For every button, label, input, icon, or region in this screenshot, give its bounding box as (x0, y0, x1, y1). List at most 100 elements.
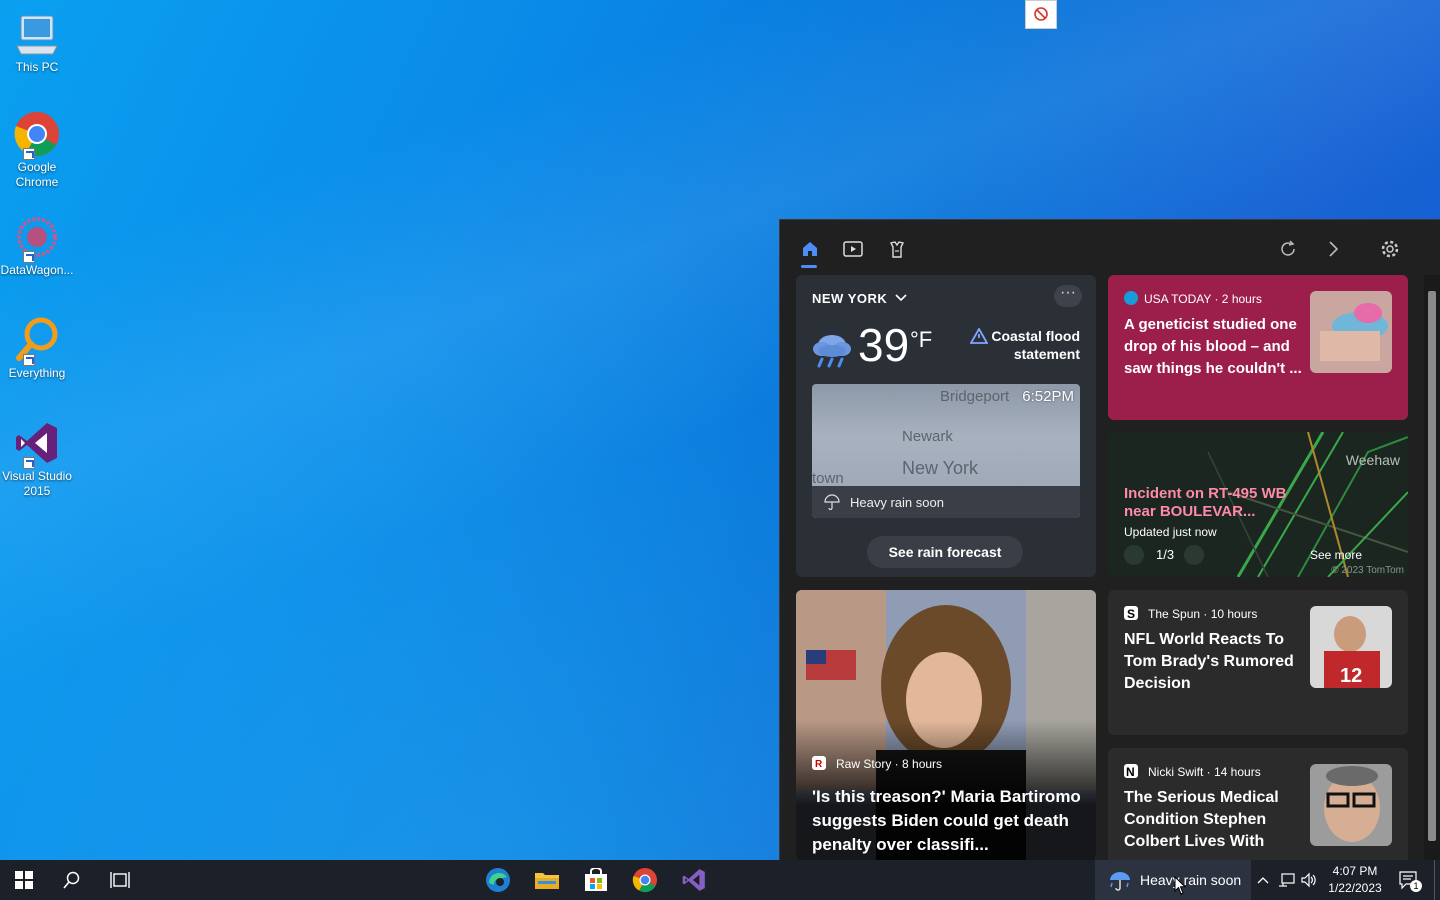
traffic-card[interactable]: Weehaw Incident on RT-495 WB near BOULEV… (1108, 432, 1408, 577)
visual-studio-icon (13, 419, 61, 469)
weather-location[interactable]: NEW YORK (812, 291, 907, 306)
refresh-button[interactable] (1275, 236, 1301, 262)
open-msn-button[interactable] (1320, 236, 1346, 262)
play-video-icon (843, 241, 863, 257)
start-button[interactable] (0, 860, 48, 900)
datawagon-icon (13, 213, 61, 263)
usa-today-logo-icon (1124, 291, 1138, 305)
task-view-icon (110, 872, 130, 888)
story-source: USA TODAY · 2 hours (1144, 292, 1262, 306)
traffic-updated: Updated just now (1124, 525, 1217, 539)
blocked-icon-button[interactable] (1025, 0, 1057, 29)
map-place-label: Weehaw (1345, 452, 1400, 468)
desktop-icon-label: Everything (8, 366, 66, 380)
chrome-icon (632, 868, 657, 893)
map-place-label: Newark (902, 428, 953, 445)
story-headline[interactable]: A geneticist studied one drop of his blo… (1124, 314, 1309, 380)
chrome-icon (13, 110, 61, 160)
next-button[interactable] (1184, 545, 1204, 565)
chevron-down-icon (895, 294, 907, 302)
clock-date[interactable]: 1/22/2023 (1322, 881, 1388, 895)
search-icon (63, 871, 80, 889)
weather-more-button[interactable]: ··· (1054, 285, 1082, 307)
taskbar-visual-studio[interactable] (670, 860, 718, 900)
show-hidden-icons-button[interactable] (1252, 860, 1274, 900)
home-icon (803, 242, 817, 256)
panel-toolbar (780, 220, 1440, 276)
story-thumbnail (1310, 764, 1392, 846)
svg-text:R: R (815, 759, 823, 770)
see-rain-forecast-button[interactable]: See rain forecast (867, 536, 1023, 568)
windows-logo-icon (15, 871, 33, 889)
weather-card[interactable]: NEW YORK ··· 39 °F Coastal flood stateme… (796, 275, 1096, 577)
previous-button[interactable] (1124, 545, 1144, 565)
weather-alert[interactable]: Coastal flood statement (970, 327, 1080, 363)
magnifier-icon (13, 316, 61, 366)
refresh-icon (1281, 240, 1295, 256)
mouse-cursor-icon (1174, 876, 1187, 895)
map-place-label: New York (902, 458, 979, 478)
umbrella-rain-icon (1110, 872, 1130, 891)
store-icon (585, 868, 607, 891)
folder-icon (535, 873, 559, 889)
story-headline[interactable]: NFL World Reacts To Tom Brady's Rumored … (1124, 629, 1304, 695)
gear-icon (1381, 240, 1399, 258)
story-thumbnail (1310, 291, 1392, 373)
speaker-icon (1301, 872, 1316, 888)
big-story-card[interactable]: R Raw Story · 8 hours 'Is this treason?'… (796, 590, 1096, 860)
video-tab[interactable] (840, 236, 866, 262)
network-button[interactable] (1276, 860, 1298, 900)
taskbar-file-explorer[interactable] (523, 860, 571, 900)
task-view-button[interactable] (96, 860, 144, 900)
top-story-card[interactable]: USA TODAY · 2 hours A geneticist studied… (1108, 275, 1408, 420)
search-button[interactable] (48, 860, 96, 900)
chevron-right-icon (1329, 241, 1339, 257)
scrollbar-thumb[interactable] (1428, 291, 1436, 841)
taskbar-chrome[interactable] (621, 860, 669, 900)
taskbar-microsoft-store[interactable] (572, 860, 620, 900)
settings-button[interactable] (1377, 236, 1403, 262)
desktop-icon-label: This PC (15, 60, 59, 74)
network-icon (1279, 873, 1295, 887)
sports-icon (889, 241, 905, 258)
story-headline[interactable]: 'Is this treason?' Maria Bartiromo sugge… (812, 785, 1084, 857)
rain-cloud-icon (810, 327, 854, 374)
story-headline[interactable]: The Serious Medical Condition Stephen Co… (1124, 787, 1304, 853)
volume-button[interactable] (1298, 860, 1320, 900)
action-center-button[interactable]: 1 (1392, 860, 1426, 900)
story-card[interactable]: S The Spun · 10 hours NFL World Reacts T… (1108, 590, 1408, 735)
panel-scrollbar[interactable] (1424, 275, 1440, 860)
desktop-icon-this-pc[interactable]: This PC (0, 10, 74, 75)
rain-status-bar: Heavy rain soon (812, 486, 1080, 518)
taskbar-weather-button[interactable]: Heavy rain soon (1095, 860, 1251, 900)
computer-icon (13, 10, 61, 58)
clock-time[interactable]: 4:07 PM (1322, 864, 1388, 878)
map-place-label: town (812, 470, 844, 487)
sports-tab[interactable] (884, 236, 910, 262)
desktop-icon-label: Visual Studio 2015 (2, 469, 72, 498)
rain-status-text: Heavy rain soon (850, 495, 944, 510)
weather-map[interactable]: Bridgeport Newark New York town 6:52PM H… (812, 384, 1080, 518)
story-source: The Spun · 10 hours (1148, 607, 1258, 621)
map-place-label: Bridgeport (940, 388, 1010, 405)
nicki-swift-logo-icon: N (1124, 764, 1138, 779)
show-desktop-button[interactable] (1434, 860, 1440, 900)
news-and-interests-panel: NEW YORK ··· 39 °F Coastal flood stateme… (779, 219, 1440, 860)
story-thumbnail: 12 (1310, 606, 1392, 688)
taskbar-edge[interactable] (474, 860, 522, 900)
home-tab[interactable] (797, 236, 823, 262)
traffic-incident-title[interactable]: Incident on RT-495 WB near BOULEVAR... (1124, 485, 1294, 521)
desktop-icon-label: Google Chrome (15, 160, 59, 189)
see-more-link[interactable]: See more (1310, 548, 1362, 562)
story-card[interactable]: N Nicki Swift · 14 hours The Serious Med… (1108, 748, 1408, 860)
desktop-icon-everything[interactable]: Everything (0, 316, 74, 381)
story-source: Nicki Swift · 14 hours (1148, 765, 1261, 779)
desktop-icon-visual-studio[interactable]: Visual Studio 2015 (0, 419, 74, 499)
map-time: 6:52PM (1022, 388, 1074, 405)
chevron-up-icon (1257, 877, 1269, 884)
svg-text:S: S (1127, 607, 1135, 620)
desktop-icon-google-chrome[interactable]: Google Chrome (0, 110, 74, 190)
notification-count-badge: 1 (1410, 880, 1422, 892)
svg-text:N: N (1126, 765, 1135, 778)
desktop-icon-datawagon[interactable]: DataWagon... (0, 213, 74, 278)
